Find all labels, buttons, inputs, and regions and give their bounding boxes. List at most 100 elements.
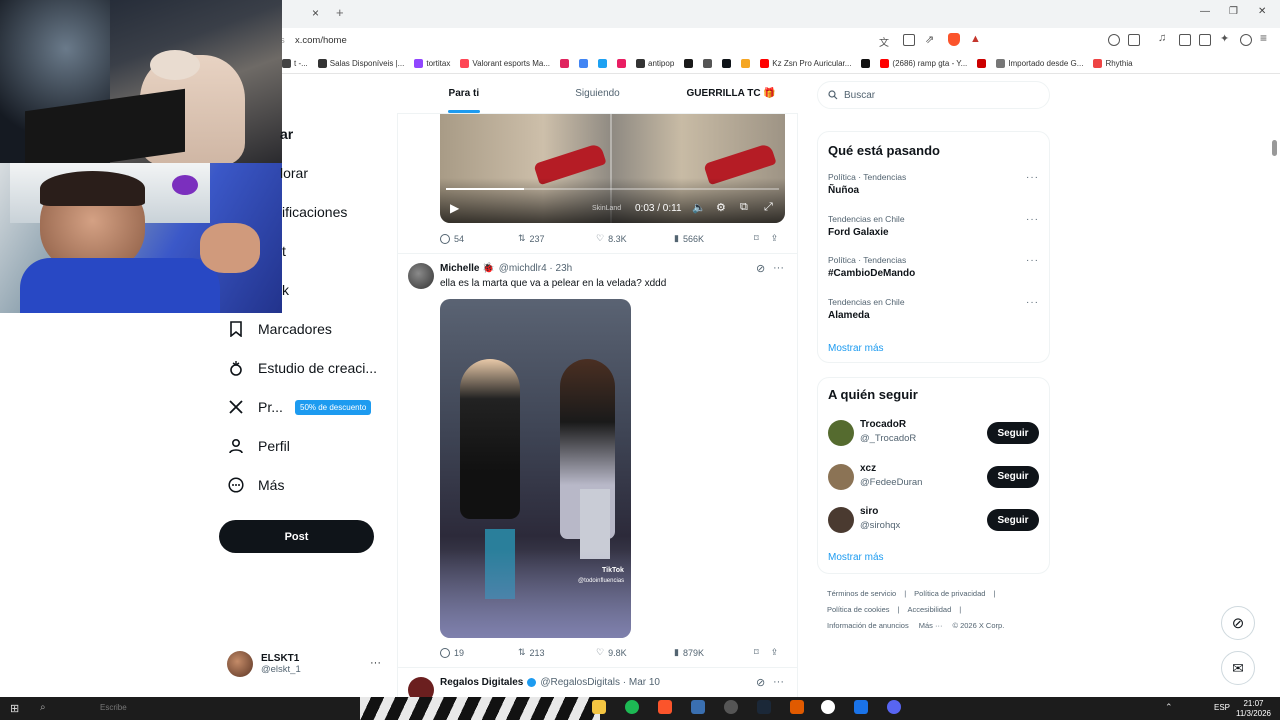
share-icon[interactable]: ⇪: [771, 233, 779, 244]
windows-start-icon[interactable]: ⊞: [10, 702, 19, 715]
bookmark-item[interactable]: t -...: [282, 59, 308, 68]
app-icon[interactable]: [691, 700, 705, 714]
video-progress[interactable]: [446, 188, 524, 190]
play-icon[interactable]: ▶: [450, 201, 459, 215]
volume-icon[interactable]: 🔈: [692, 201, 706, 214]
reply-button[interactable]: 19: [440, 647, 518, 658]
trend-item[interactable]: Política · Tendencias #CambioDeMando ···: [828, 255, 1041, 279]
follow-button[interactable]: Seguir: [987, 509, 1039, 531]
bookmark-item[interactable]: [977, 59, 987, 68]
nav-item-explore[interactable]: lorar: [228, 165, 308, 181]
scrollbar-thumb[interactable]: [1272, 140, 1277, 156]
tweet-more-icon[interactable]: ···: [773, 676, 784, 688]
follow-suggestion[interactable]: xcz @FedeeDuran Seguir: [828, 462, 1041, 492]
grok-fab-button[interactable]: ⊘: [1221, 606, 1255, 640]
language-indicator[interactable]: ESP: [1214, 703, 1230, 712]
bookmark-icon[interactable]: ⌑: [754, 233, 759, 244]
footer-link[interactable]: Más ···: [919, 621, 943, 630]
obs-icon[interactable]: [821, 700, 835, 714]
follow-suggestion[interactable]: siro @sirohqx Seguir: [828, 505, 1041, 535]
footer-link[interactable]: Política de privacidad: [914, 589, 985, 598]
spotify-icon[interactable]: [625, 700, 639, 714]
bookmark-item[interactable]: antipop: [636, 59, 674, 68]
search-icon[interactable]: ⌕: [40, 702, 46, 713]
footer-link[interactable]: Accesibilidad: [908, 605, 952, 614]
bookmark-item[interactable]: Rhythia: [1093, 59, 1133, 68]
search-input[interactable]: Buscar: [817, 81, 1050, 109]
nav-item-premium[interactable]: Pr...: [228, 399, 283, 415]
brave-shield-icon[interactable]: [948, 33, 960, 46]
trend-more-icon[interactable]: ···: [1026, 214, 1039, 225]
views-button[interactable]: ▮ 879K: [674, 647, 752, 658]
fullscreen-icon[interactable]: ⤢: [764, 201, 773, 214]
media-icon[interactable]: ♫: [1158, 32, 1166, 44]
bookmark-item[interactable]: [560, 59, 570, 68]
menu-icon[interactable]: ≡: [1260, 31, 1267, 45]
trend-item[interactable]: Tendencias en Chile Alameda ···: [828, 297, 1041, 321]
share-icon[interactable]: ⇪: [771, 647, 779, 658]
repost-button[interactable]: ⇅ 213: [518, 647, 596, 658]
sidebar-toggle-icon[interactable]: [1128, 34, 1140, 46]
bookmark-item[interactable]: Salas Disponíveis |...: [317, 59, 404, 68]
leo-ai-icon[interactable]: ✦: [1220, 32, 1229, 45]
tweet-media[interactable]: TikTok @todoinfluencias: [440, 299, 631, 638]
post-button[interactable]: Post: [219, 520, 374, 553]
nav-item-home[interactable]: ar: [228, 126, 293, 142]
trend-item[interactable]: Tendencias en Chile Ford Galaxie ···: [828, 214, 1041, 238]
follow-button[interactable]: Seguir: [987, 465, 1039, 488]
bookmark-item[interactable]: [722, 59, 732, 68]
tweet-handle[interactable]: @RegalosDigitals · Mar 10: [540, 677, 660, 688]
trends-show-more[interactable]: Mostrar más: [828, 343, 884, 354]
tweet-author[interactable]: Michelle 🐞: [440, 263, 495, 274]
brave-icon[interactable]: [658, 700, 672, 714]
tray-chevron-icon[interactable]: ⌃: [1165, 702, 1173, 713]
bookmark-item[interactable]: [598, 59, 608, 68]
nav-item-grok[interactable]: k: [228, 282, 289, 298]
account-switcher[interactable]: ELSKT1 @elskt_1: [227, 651, 301, 677]
footer-link[interactable]: Términos de servicio: [827, 589, 896, 598]
promo-badge[interactable]: 50% de descuento: [295, 400, 372, 415]
tweet-more-icon[interactable]: ···: [773, 262, 784, 274]
url-text[interactable]: x.com/home: [295, 35, 347, 46]
trend-more-icon[interactable]: ···: [1026, 255, 1039, 266]
bookmark-item[interactable]: (2686) ramp gta - Y...: [880, 59, 967, 68]
bookmark-item[interactable]: [861, 59, 871, 68]
who-show-more[interactable]: Mostrar más: [828, 552, 884, 563]
close-tab-button[interactable]: ×: [312, 6, 319, 20]
bookmark-item[interactable]: [617, 59, 627, 68]
account-more-icon[interactable]: ···: [370, 657, 381, 669]
wallet-icon[interactable]: [1199, 34, 1211, 46]
tab-siguiendo[interactable]: Siguiendo: [531, 74, 665, 113]
minimize-icon[interactable]: —: [1200, 6, 1210, 17]
tab-para-ti[interactable]: Para ti: [397, 74, 531, 113]
file-explorer-icon[interactable]: [592, 700, 606, 714]
settings-icon[interactable]: ⚙: [716, 201, 726, 214]
bookmark-item[interactable]: Kz Zsn Pro Auricular...: [760, 59, 851, 68]
tweet-author[interactable]: Regalos Digitales: [440, 677, 523, 688]
reader-icon[interactable]: [1179, 34, 1191, 46]
nav-item-creator-studio[interactable]: Estudio de creaci...: [228, 360, 377, 376]
follow-button[interactable]: Seguir: [987, 422, 1039, 444]
trend-item[interactable]: Política · Tendencias Ñuñoa ···: [828, 172, 1041, 196]
avatar[interactable]: [408, 263, 434, 289]
bookmark-item[interactable]: Valorant esports Ma...: [460, 59, 550, 68]
taskbar-search[interactable]: Escribe: [100, 703, 127, 712]
tweet-video[interactable]: ▶ SkinLand 0:03 / 0:11 🔈 ⚙ ⧉ ⤢: [440, 113, 785, 223]
like-button[interactable]: ♡ 9.8K: [596, 647, 674, 658]
bookmark-item[interactable]: Importado desde G...: [996, 59, 1083, 68]
share-icon[interactable]: ⇗: [925, 33, 934, 46]
grok-icon[interactable]: ⊘: [756, 676, 765, 689]
bookmark-item[interactable]: [703, 59, 713, 68]
reply-button[interactable]: 54: [440, 233, 518, 244]
nav-item-profile[interactable]: Perfil: [228, 438, 290, 454]
footer-link[interactable]: Información de anuncios: [827, 621, 909, 630]
bookmark-icon[interactable]: ⌑: [754, 647, 759, 658]
nav-item-notifications[interactable]: ificaciones: [228, 204, 347, 220]
views-button[interactable]: ▮ 566K: [674, 233, 752, 244]
cast-icon[interactable]: [903, 34, 915, 46]
new-tab-button[interactable]: +: [336, 5, 344, 20]
bookmark-item[interactable]: tortitax: [414, 59, 450, 68]
bookmark-item[interactable]: [741, 59, 751, 68]
footer-link[interactable]: Política de cookies: [827, 605, 890, 614]
messages-fab-button[interactable]: ✉: [1221, 651, 1255, 685]
